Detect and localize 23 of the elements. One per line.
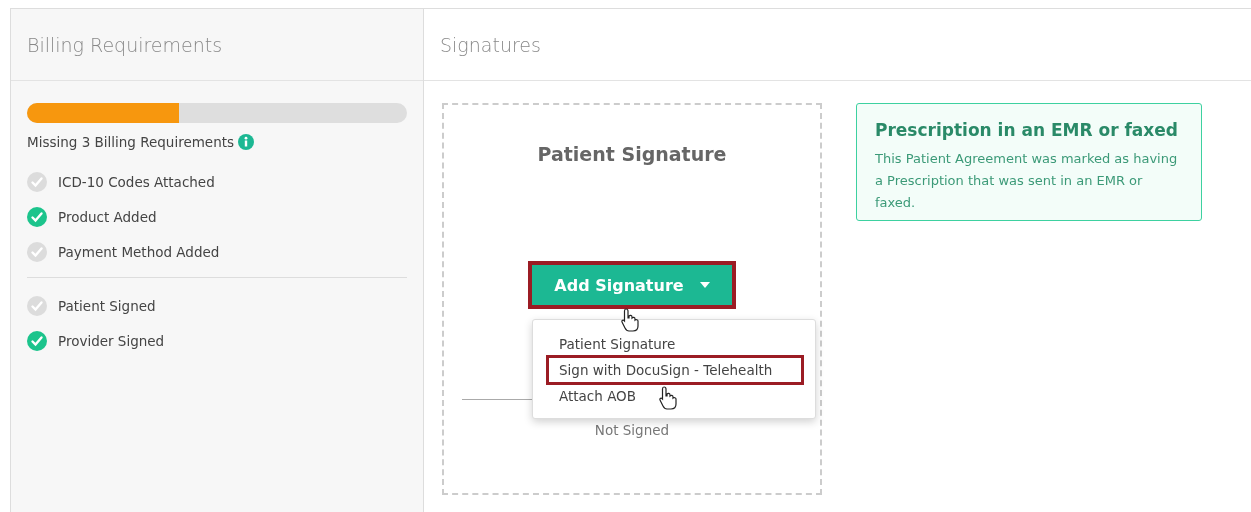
requirement-label: Payment Method Added — [58, 243, 220, 260]
check-circle-icon — [27, 295, 47, 316]
signature-status: Not Signed — [594, 422, 670, 438]
menu-item[interactable]: Attach AOB — [549, 384, 801, 408]
requirement-label: Product Added — [58, 208, 157, 225]
notice-title: Prescription in an EMR or faxed — [875, 120, 1179, 140]
card-title: Patient Signature — [537, 143, 727, 165]
caret-icon — [699, 282, 710, 288]
missing-requirements-text: Missing 3 Billing Requirements — [27, 134, 235, 150]
check-circle-icon — [27, 171, 47, 192]
requirement-label: ICD-10 Codes Attached — [58, 173, 215, 190]
requirement-label: Patient Signed — [58, 297, 156, 314]
requirement-label: Provider Signed — [58, 332, 165, 349]
panel-title: Billing Requirements — [11, 9, 423, 81]
check-circle-icon — [27, 206, 47, 227]
panel-title: Signatures — [424, 9, 1251, 81]
check-circle-icon — [27, 241, 47, 262]
menu-item[interactable]: Sign with DocuSign - Telehealth — [549, 358, 801, 382]
hand-cursor-icon — [658, 385, 678, 411]
notice-text: This Patient Agreement was marked as having a Prescription that was sent in an EMR or faxed. — [875, 150, 1179, 212]
check-circle-icon — [27, 330, 47, 351]
menu-item[interactable]: Patient Signature — [549, 332, 801, 356]
info-icon[interactable] — [238, 134, 255, 150]
